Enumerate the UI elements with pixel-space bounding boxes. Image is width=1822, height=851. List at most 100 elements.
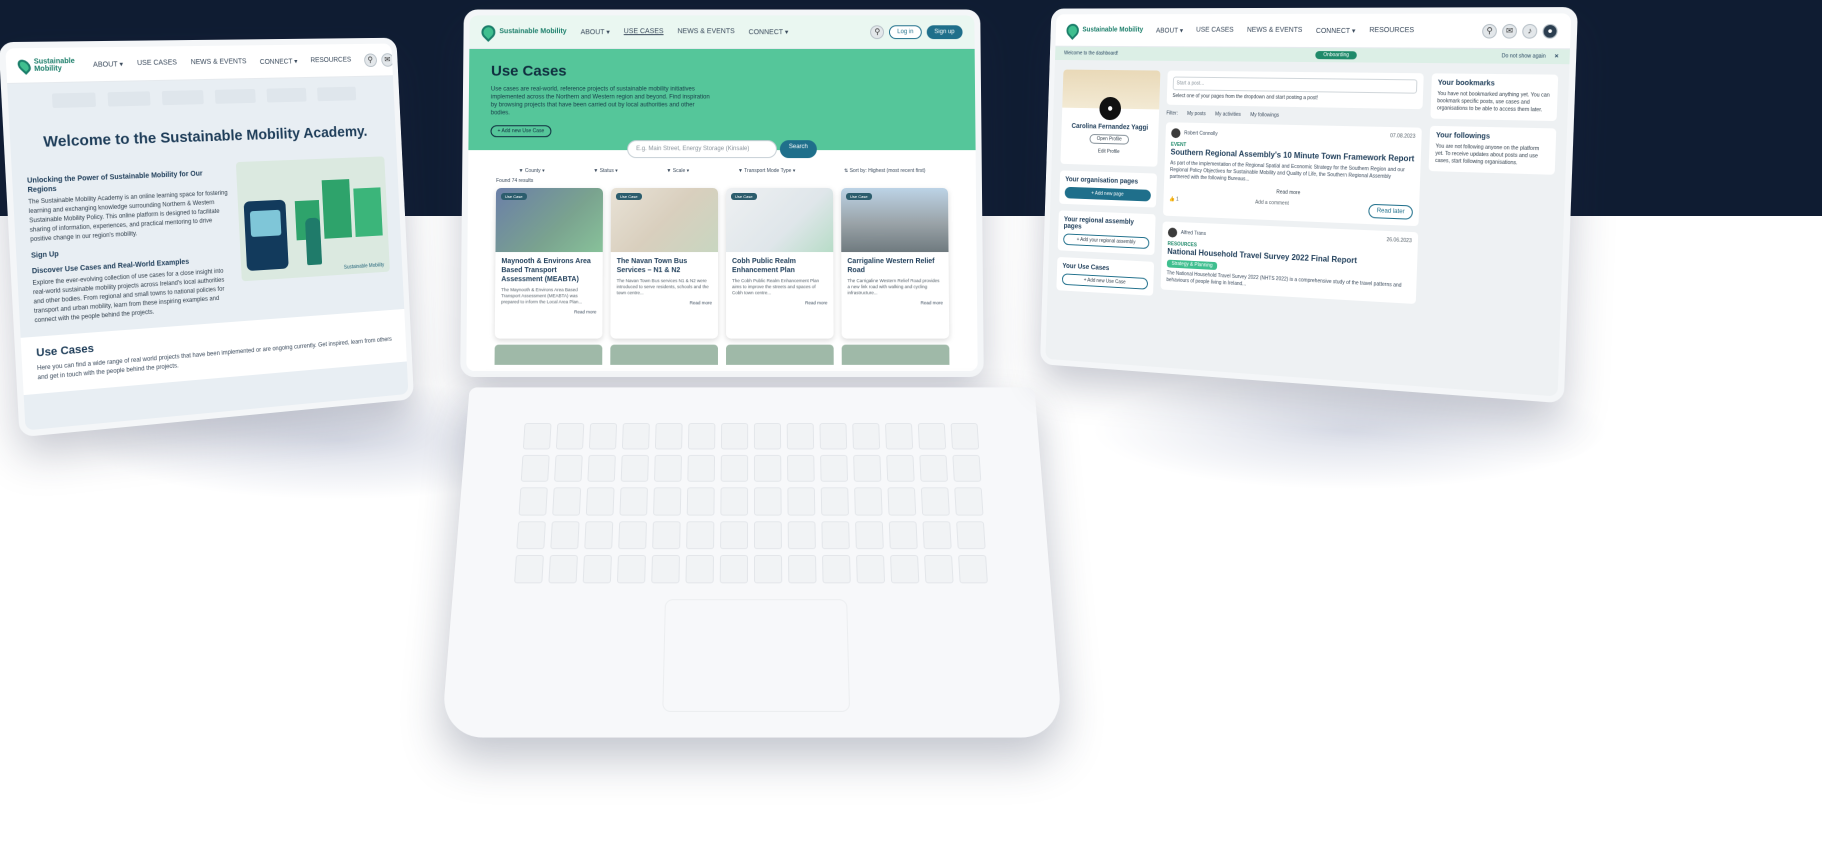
- signup-button[interactable]: Sign up: [926, 25, 962, 39]
- sort-select[interactable]: ⇅ Sort by: Highest (most recent first): [844, 168, 925, 174]
- partner-logo: [162, 90, 204, 105]
- add-use-case-button[interactable]: + Add new Use Case: [490, 125, 551, 137]
- site-logo[interactable]: Sustainable Mobility: [481, 25, 566, 39]
- user-avatar-icon[interactable]: ●: [1542, 23, 1558, 38]
- login-button[interactable]: Log in: [889, 25, 921, 39]
- search-icon[interactable]: ⚲: [364, 53, 377, 67]
- use-case-card[interactable]: Use Case Cobh Public Realm Enhancement P…: [726, 188, 834, 339]
- bell-icon[interactable]: ♪: [1522, 23, 1537, 38]
- use-case-card[interactable]: Use Case Maynooth & Environs Area Based …: [495, 188, 603, 339]
- read-later-button[interactable]: Read later: [1368, 204, 1413, 220]
- card-title: Carrigaline Western Relief Road: [841, 252, 948, 278]
- onboarding-button[interactable]: Onboarding: [1315, 51, 1357, 59]
- filter-transport-mode[interactable]: ▼ Transport Mode Type ▾: [738, 168, 795, 174]
- search-icon[interactable]: ⚲: [870, 25, 884, 39]
- nav-news-events[interactable]: NEWS & EVENTS: [191, 58, 247, 66]
- filter-my-posts[interactable]: My posts: [1187, 111, 1206, 117]
- post-input[interactable]: Start a post...: [1173, 77, 1418, 94]
- profile-avatar-icon: ●: [1099, 97, 1121, 120]
- site-logo[interactable]: Sustainable Mobility: [18, 57, 79, 73]
- followings-panel: Your followings You are not following an…: [1429, 126, 1557, 175]
- filter-status[interactable]: ▼ Status ▾: [593, 168, 617, 174]
- filter-scale[interactable]: ▼ Scale ▾: [666, 168, 689, 174]
- dismiss-link[interactable]: Do not show again: [1502, 53, 1546, 60]
- message-icon[interactable]: ✉: [1502, 23, 1517, 38]
- map-thumbnail: Use Case: [495, 188, 603, 252]
- org-pages-heading: Your organisation pages: [1065, 176, 1151, 186]
- nav-about[interactable]: ABOUT ▾: [1156, 26, 1183, 34]
- open-profile-button[interactable]: Open Profile: [1089, 134, 1129, 145]
- composer: Start a post... Select one of your pages…: [1167, 71, 1424, 110]
- add-page-button[interactable]: + Add new page: [1065, 187, 1151, 202]
- card-tag: Use Case: [731, 193, 757, 200]
- nav-connect[interactable]: CONNECT ▾: [1316, 26, 1356, 34]
- post-text: The National Household Travel Survey 202…: [1166, 270, 1410, 297]
- nav-connect[interactable]: CONNECT ▾: [260, 57, 298, 66]
- filter-my-followings[interactable]: My followings: [1250, 112, 1279, 119]
- read-more-link[interactable]: Read more: [611, 296, 718, 309]
- read-more-link[interactable]: Read more: [495, 305, 603, 318]
- next-row-cards: [466, 339, 977, 371]
- nav-news-events[interactable]: NEWS & EVENTS: [1247, 27, 1303, 34]
- close-icon[interactable]: ✕: [1554, 54, 1559, 60]
- search-icon[interactable]: ⚲: [1482, 23, 1497, 38]
- card-text: The Cobh Public Realm Enhancement Plan a…: [726, 278, 833, 296]
- post-author[interactable]: Alfred Trans: [1168, 228, 1206, 239]
- nav-about[interactable]: ABOUT ▾: [581, 28, 610, 36]
- filter-my-activities[interactable]: My activities: [1215, 111, 1241, 117]
- use-case-cards: Use Case Maynooth & Environs Area Based …: [467, 188, 978, 339]
- nav-use-cases[interactable]: USE CASES: [137, 59, 177, 67]
- nav-resources[interactable]: RESOURCES: [310, 57, 351, 64]
- add-use-case-button[interactable]: + Add new Use Case: [1062, 273, 1148, 289]
- nav-resources[interactable]: RESOURCES: [1369, 27, 1414, 34]
- nav-news-events[interactable]: NEWS & EVENTS: [677, 28, 734, 35]
- category-chip[interactable]: Strategy & Planning: [1167, 260, 1218, 270]
- trackpad: [662, 599, 850, 712]
- add-comment-link[interactable]: Add a comment: [1255, 200, 1289, 215]
- top-nav: Sustainable Mobility ABOUT ▾ USE CASES N…: [1055, 13, 1571, 49]
- profile-name: Carolina Fernandez Yaggi: [1067, 123, 1153, 132]
- nav-connect[interactable]: CONNECT ▾: [749, 28, 789, 36]
- page-title: Use Cases: [491, 63, 953, 80]
- partner-logo: [52, 93, 96, 108]
- welcome-text: Welcome to the dashboard!: [1064, 50, 1119, 56]
- composer-hint: Select one of your pages from the dropdo…: [1172, 93, 1416, 103]
- map-thumbnail: Use Case: [726, 188, 833, 252]
- partner-logo: [317, 87, 356, 102]
- nav-use-cases[interactable]: USE CASES: [1196, 27, 1234, 34]
- followings-text: You are not following anyone on the plat…: [1435, 143, 1549, 168]
- search-input[interactable]: E.g. Main Street, Energy Storage (Kinsal…: [627, 140, 777, 158]
- laptop-base: [441, 387, 1063, 737]
- regional-pages-heading: Your regional assembly pages: [1064, 216, 1150, 233]
- read-more-link[interactable]: Read more: [841, 296, 949, 309]
- illustration-caption: Sustainable Mobility: [344, 262, 385, 270]
- card-text: The Maynooth & Environs Area Based Trans…: [495, 287, 603, 305]
- feed-post: Alfred Trans 26.06.2023 RESOURCES Nation…: [1161, 221, 1419, 304]
- feed-filters: Filter: My posts My activities My follow…: [1166, 111, 1422, 122]
- card-title: Maynooth & Environs Area Based Transport…: [495, 252, 603, 287]
- map-thumbnail: Use Case: [611, 188, 718, 252]
- partner-logo: [266, 88, 306, 103]
- card-tag: Use Case: [616, 193, 642, 200]
- use-case-card[interactable]: Use Case The Navan Town Bus Services – N…: [610, 188, 718, 339]
- add-regional-button[interactable]: + Add your regional assembly: [1063, 233, 1149, 249]
- post-author[interactable]: Robert Connolly: [1171, 128, 1218, 139]
- nav-use-cases[interactable]: USE CASES: [624, 28, 664, 35]
- author-avatar-icon: [1168, 228, 1178, 238]
- post-date: 26.06.2023: [1386, 237, 1412, 248]
- filter-county[interactable]: ▼ County ▾: [519, 168, 545, 174]
- message-icon[interactable]: ✉: [381, 53, 394, 67]
- use-case-card[interactable]: Use Case Carrigaline Western Relief Road…: [841, 188, 949, 339]
- bookmarks-panel: Your bookmarks You have not bookmarked a…: [1430, 73, 1558, 121]
- followings-heading: Your followings: [1436, 132, 1550, 142]
- card-tag: Use Case: [846, 193, 872, 200]
- search-button[interactable]: Search: [780, 140, 817, 158]
- like-button[interactable]: 👍 1: [1169, 196, 1179, 210]
- post-text: As part of the implementation of the Reg…: [1170, 160, 1415, 189]
- photo-thumbnail: Use Case: [841, 188, 949, 252]
- edit-profile-link[interactable]: Edit Profile: [1089, 147, 1129, 156]
- site-logo[interactable]: Sustainable Mobility: [1066, 23, 1143, 37]
- read-more-link[interactable]: Read more: [726, 296, 833, 309]
- section-text-discover: Explore the ever-evolving collection of …: [32, 267, 233, 326]
- nav-about[interactable]: ABOUT ▾: [93, 60, 123, 69]
